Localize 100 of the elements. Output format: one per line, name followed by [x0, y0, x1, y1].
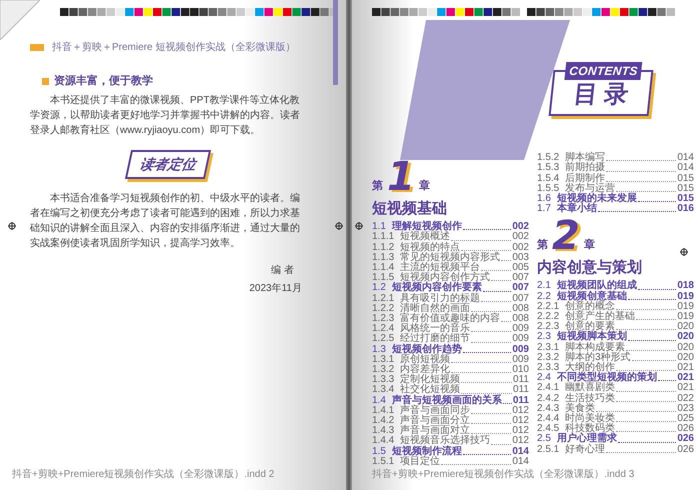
toc-number: 1.4.1: [372, 406, 396, 416]
chapter-prefix: 第: [537, 238, 548, 253]
toc-number: 2.3.3: [537, 362, 560, 373]
toc-title[interactable]: 幽默喜剧类: [565, 383, 615, 394]
toc-page-number: 026: [677, 434, 694, 445]
toc-title[interactable]: 短视频内容创作要素: [392, 283, 482, 294]
toc-title[interactable]: 社交化短视频: [400, 385, 460, 396]
toc-title[interactable]: 脚本编写: [565, 153, 605, 164]
toc-title[interactable]: 后期制作: [565, 174, 605, 184]
chapter-suffix: 章: [418, 178, 430, 194]
toc-number: 1.3.4: [372, 385, 394, 396]
toc-page-number: 014: [677, 153, 694, 164]
toc-number: 1.1.3: [372, 252, 396, 263]
toc-title[interactable]: 常见的短视频内容形式: [400, 252, 500, 263]
toc-page-number: 012: [512, 436, 529, 447]
toc-title[interactable]: 清晰自然的画面: [400, 304, 470, 314]
toc-number: 1.2.2: [372, 304, 396, 314]
toc-title[interactable]: 经过打磨的细节: [400, 334, 470, 345]
toc-title[interactable]: 好奇心理: [565, 444, 605, 455]
toc-title[interactable]: 短视频团队的组成: [557, 281, 637, 292]
toc-title[interactable]: 项目定位: [400, 456, 440, 467]
toc-title[interactable]: 发布与运营: [565, 184, 615, 194]
toc-page-number: 022: [677, 394, 694, 404]
toc-title[interactable]: 短视频脚本策划: [557, 332, 627, 343]
toc-number: 2.1: [537, 281, 552, 292]
toc-number: 2.5.1: [537, 444, 560, 455]
toc-number: 1.3.3: [372, 375, 396, 386]
toc-number: 1.1.5: [372, 273, 394, 284]
toc-page-number: 026: [677, 424, 694, 434]
toc-title[interactable]: 短视频概述: [400, 232, 450, 243]
toc-page-number: 009: [512, 334, 529, 345]
toc-number: 2.4: [537, 373, 551, 384]
toc-page-number: 021: [677, 362, 694, 373]
toc-number: 1.4.3: [372, 426, 396, 436]
toc-page-number: 019: [677, 292, 694, 302]
chapter-title: 内容创意与策划: [537, 258, 643, 278]
toc-title[interactable]: 前期拍摄: [565, 163, 605, 174]
toc-title[interactable]: 短视频音乐选择技巧: [400, 436, 490, 447]
chapter-numeral: 1: [387, 157, 415, 198]
toc-number: 2.2.1: [537, 302, 560, 312]
toc-number: 2.4.4: [537, 414, 560, 424]
toc-page-number: 019: [677, 302, 694, 312]
toc-number: 2.5: [537, 434, 552, 445]
toc-number: 1.4.4: [372, 436, 394, 446]
toc-page-number: 014: [677, 163, 694, 174]
toc-page-number: 015: [677, 184, 694, 194]
toc-page-number: 012: [512, 416, 529, 426]
toc-number: 1.5: [372, 446, 387, 457]
toc-title[interactable]: 脚本的3种形式: [565, 352, 631, 363]
toc-number: 1.5.4: [537, 174, 560, 184]
toc-title[interactable]: 生活技巧类: [565, 394, 615, 404]
toc-number: 1.7: [537, 204, 552, 214]
toc-title[interactable]: 短视频制作流程: [392, 446, 462, 457]
toc-page-number: 019: [677, 312, 694, 322]
toc-title[interactable]: 声音与短视频画面的关系: [392, 396, 502, 406]
toc-page-number: 011: [513, 375, 529, 386]
toc-number: 2.4.1: [537, 383, 560, 394]
heading-square-icon: [42, 78, 49, 85]
toc-title[interactable]: 创意的概念: [565, 302, 615, 312]
toc-number: 1.5.1: [372, 456, 396, 467]
toc-title[interactable]: 具有吸引力的标题: [400, 294, 480, 304]
toc-title[interactable]: 脚本构成要素: [565, 342, 625, 353]
toc-title[interactable]: 声音与画面同步: [400, 406, 470, 416]
author-signature: 编 者: [271, 264, 294, 278]
toc-title[interactable]: 短视频创意基础: [557, 292, 627, 302]
toc-number: 1.6: [537, 194, 552, 204]
toc-page-number: 007: [512, 273, 529, 284]
toc-page-number: 026: [677, 444, 694, 455]
toc-page-number: 023: [677, 404, 694, 414]
toc-page-number: 002: [512, 222, 529, 232]
contents-title: 目 录: [572, 80, 630, 110]
toc-title[interactable]: 定制化短视频: [400, 375, 460, 386]
toc-number: 1.5.3: [537, 163, 560, 174]
toc-page-number: 007: [512, 294, 529, 304]
print-slug: 抖音+剪映+Premiere短视频创作实战（全彩微课版）.indd 2: [12, 468, 276, 482]
toc-number: 1.1.4: [372, 262, 396, 273]
toc-page-number: 012: [512, 426, 529, 436]
toc-number: 1.3.1: [372, 354, 396, 365]
toc-number: 2.4.3: [537, 404, 560, 414]
toc-title[interactable]: 短视频的特点: [400, 242, 460, 253]
toc-title[interactable]: 美食类: [565, 404, 595, 414]
toc-title[interactable]: 用户心理需求: [557, 434, 617, 445]
toc-page-number: 021: [677, 373, 694, 384]
toc-number: 1.4.2: [372, 416, 396, 426]
toc-title[interactable]: 原创短视频: [400, 354, 450, 365]
toc-page-number: 008: [512, 314, 529, 324]
toc-page-number: 007: [512, 283, 529, 294]
toc-page-number: 016: [677, 204, 694, 214]
section-paragraph: 本书还提供了丰富的微课视频、PPT教学课件等立体化教学资源，以帮助读者更好地学习并掌握书中讲解的内容。读者登录人邮教育社区（www.ryjiaoyu.com）即可下载。: [30, 94, 301, 138]
toc-page-number: 015: [677, 194, 694, 204]
toc-page-number: 025: [677, 414, 694, 424]
running-head: 抖音＋剪映＋Premiere 短视频创作实战（全彩微课版）: [52, 40, 296, 55]
toc-title[interactable]: 本章小结: [557, 204, 597, 214]
toc-page-number: 018: [677, 281, 694, 292]
toc-number: 2.3.1: [537, 342, 560, 353]
toc-page-number: 002: [512, 242, 529, 253]
registration-mark-icon: [8, 222, 16, 230]
toc-title[interactable]: 短视频创作趋势: [392, 344, 462, 355]
toc-number: 2.2: [537, 292, 552, 302]
toc-page-number: 009: [512, 354, 529, 365]
